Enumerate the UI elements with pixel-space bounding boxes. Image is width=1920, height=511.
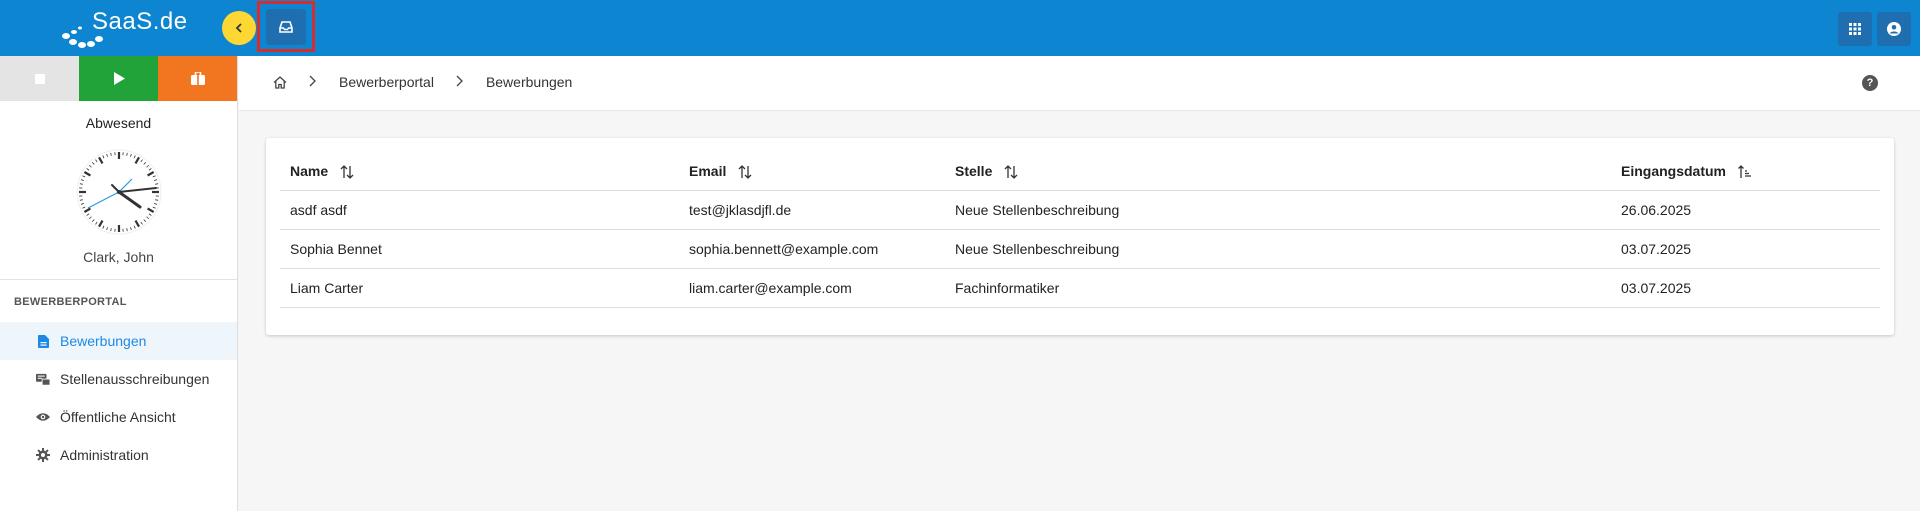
cell-stelle: Fachinformatiker [945, 268, 1611, 308]
sidebar-item-label: Bewerbungen [60, 333, 147, 349]
top-bar: SaaS.de [0, 0, 1920, 56]
section-title: BEWERBERPORTAL [14, 296, 127, 308]
logo-text: SaaS.de [92, 8, 188, 35]
breadcrumb-item[interactable]: Bewerberportal [339, 74, 434, 90]
cell-email: sophia.bennett@example.com [679, 229, 945, 269]
sidebar-item-bewerbungen[interactable]: Bewerbungen [0, 322, 237, 360]
breadcrumb: Bewerberportal Bewerbungen [273, 74, 572, 90]
column-header-eingangsdatum[interactable]: Eingangsdatum [1611, 152, 1880, 191]
cell-eingangsdatum: 03.07.2025 [1611, 268, 1880, 308]
break-button[interactable] [158, 56, 237, 101]
breadcrumb-current: Bewerbungen [485, 74, 573, 90]
apps-grid-icon [1849, 23, 1861, 35]
home-icon[interactable] [273, 75, 287, 89]
job-listing-icon [36, 372, 50, 386]
table-header-row: Name Email Stelle Eingangsdatum [280, 152, 1880, 191]
breadcrumb-bar: Bewerberportal Bewerbungen ? [239, 56, 1920, 111]
table-row[interactable]: Sophia Bennet sophia.bennett@example.com… [280, 229, 1880, 269]
applications-card: Name Email Stelle Eingangsdatum asdf asd… [266, 138, 1894, 335]
stop-icon [34, 73, 45, 84]
chevron-right-icon [456, 74, 464, 90]
sidebar-item-label: Stellenausschreibungen [60, 371, 210, 387]
sidebar-nav: Bewerbungen Stellenausschreibungen Öffen… [0, 322, 237, 474]
time-tracking-buttons [0, 56, 237, 101]
gear-icon [36, 448, 50, 462]
account-circle-icon [1887, 22, 1901, 36]
inbox-button[interactable] [266, 8, 306, 45]
sort-icon[interactable] [340, 164, 354, 179]
column-header-email[interactable]: Email [679, 152, 945, 191]
applications-table: Name Email Stelle Eingangsdatum asdf asd… [280, 152, 1880, 308]
cell-name: Liam Carter [280, 268, 679, 308]
inbox-icon [279, 20, 293, 33]
column-label: Name [290, 162, 329, 179]
sidebar-item-stellenausschreibungen[interactable]: Stellenausschreibungen [0, 360, 237, 398]
cell-name: Sophia Bennet [280, 229, 679, 269]
sidebar: Abwesend Clark, John BEWERBERPORTAL Bewe… [0, 56, 238, 511]
play-icon [113, 72, 125, 85]
sort-ascending-icon[interactable] [1737, 164, 1752, 179]
highlight-frame [257, 1, 315, 52]
briefcase-icon [190, 72, 205, 85]
column-header-stelle[interactable]: Stelle [945, 152, 1611, 191]
sort-icon[interactable] [1004, 164, 1018, 179]
eye-icon [36, 410, 50, 424]
account-button[interactable] [1877, 12, 1911, 46]
cell-email: test@jklasdjfl.de [679, 190, 945, 230]
presence-status: Abwesend [85, 115, 152, 131]
cell-stelle: Neue Stellenbeschreibung [945, 190, 1611, 230]
table-row[interactable]: Liam Carter liam.carter@example.com Fach… [280, 268, 1880, 308]
start-button[interactable] [79, 56, 158, 101]
sidebar-item-administration[interactable]: Administration [0, 436, 237, 474]
file-document-icon [36, 334, 50, 348]
sidebar-item-oeffentliche-ansicht[interactable]: Öffentliche Ansicht [0, 398, 237, 436]
chevron-right-icon [309, 74, 317, 90]
cell-email: liam.carter@example.com [679, 268, 945, 308]
sort-icon[interactable] [738, 164, 752, 179]
apps-grid-button[interactable] [1838, 12, 1872, 46]
sidebar-item-label: Administration [60, 447, 149, 463]
cell-eingangsdatum: 03.07.2025 [1611, 229, 1880, 269]
logo[interactable]: SaaS.de [60, 6, 190, 50]
sidebar-item-label: Öffentliche Ansicht [60, 409, 176, 425]
column-label: Eingangsdatum [1621, 162, 1727, 179]
collapse-sidebar-button[interactable] [222, 11, 256, 45]
analog-clock [76, 149, 161, 235]
table-row[interactable]: asdf asdf test@jklasdjfl.de Neue Stellen… [280, 190, 1880, 230]
cell-eingangsdatum: 26.06.2025 [1611, 190, 1880, 230]
help-icon[interactable]: ? [1862, 75, 1878, 91]
column-label: Stelle [955, 162, 993, 179]
cell-name: asdf asdf [280, 190, 679, 230]
user-name: Clark, John [83, 249, 154, 265]
chevron-left-icon [235, 23, 242, 33]
column-label: Email [689, 162, 727, 179]
cell-stelle: Neue Stellenbeschreibung [945, 229, 1611, 269]
stop-button[interactable] [0, 56, 79, 101]
column-header-name[interactable]: Name [280, 152, 679, 191]
